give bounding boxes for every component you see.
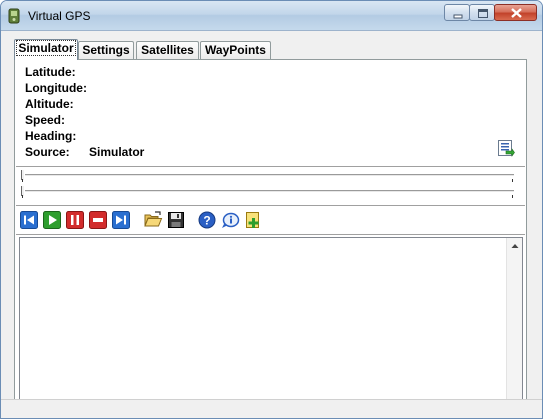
save-icon — [168, 212, 184, 228]
help-button[interactable]: ? — [197, 210, 217, 230]
maximize-button[interactable] — [469, 4, 495, 21]
longitude-row: Longitude: — [25, 81, 87, 95]
progress-slider[interactable] — [21, 170, 514, 184]
app-window: Virtual GPS Simulator Settings Satellite… — [0, 0, 543, 419]
divider — [16, 234, 525, 236]
play-icon — [43, 211, 61, 229]
open-folder-icon — [144, 211, 163, 227]
document-list-icon — [498, 140, 515, 157]
help-icon: ? — [198, 211, 216, 229]
minimize-button[interactable] — [444, 4, 470, 21]
tab-simulator[interactable]: Simulator — [14, 39, 78, 60]
close-icon — [511, 8, 522, 18]
tab-waypoints[interactable]: WayPoints — [200, 41, 271, 59]
vertical-scrollbar[interactable] — [506, 238, 522, 415]
skip-forward-button[interactable] — [111, 210, 131, 230]
play-button[interactable] — [42, 210, 62, 230]
simulator-panel: Latitude: Longitude: Altitude: Speed: He… — [14, 59, 527, 418]
source-row: Source: Simulator — [25, 145, 145, 159]
close-button[interactable] — [494, 4, 537, 21]
tab-satellites[interactable]: Satellites — [136, 41, 199, 59]
skip-back-button[interactable] — [19, 210, 39, 230]
latitude-row: Latitude: — [25, 65, 76, 79]
divider — [16, 166, 525, 168]
tab-settings[interactable]: Settings — [78, 41, 134, 59]
pause-button[interactable] — [65, 210, 85, 230]
skip-back-icon — [20, 211, 38, 229]
skip-forward-icon — [112, 211, 130, 229]
divider — [16, 205, 525, 207]
client-area: Simulator Settings Satellites WayPoints … — [5, 32, 539, 418]
arrow-up-icon — [511, 244, 519, 248]
altitude-row: Altitude: — [25, 97, 74, 111]
stop-button[interactable] — [88, 210, 108, 230]
speed-row: Speed: — [25, 113, 66, 127]
pause-icon — [66, 211, 84, 229]
add-icon — [246, 212, 259, 228]
speed-slider[interactable] — [21, 186, 514, 200]
status-bar — [1, 399, 542, 418]
save-button[interactable] — [166, 210, 186, 230]
open-button[interactable] — [143, 210, 163, 230]
source-value: Simulator — [89, 145, 145, 159]
about-button[interactable] — [220, 210, 240, 230]
add-button[interactable] — [243, 210, 263, 230]
title-bar[interactable]: Virtual GPS — [1, 1, 542, 31]
stop-icon — [89, 211, 107, 229]
heading-row: Heading: — [25, 129, 77, 143]
svg-text:?: ? — [203, 214, 210, 228]
scroll-up-button[interactable] — [507, 238, 523, 254]
maximize-icon — [478, 9, 488, 18]
log-textarea[interactable] — [19, 237, 523, 416]
source-select-button[interactable] — [495, 138, 515, 158]
minimize-icon — [453, 14, 463, 19]
window-title: Virtual GPS — [28, 9, 91, 23]
gps-device-icon — [8, 8, 20, 24]
about-icon — [222, 212, 240, 228]
